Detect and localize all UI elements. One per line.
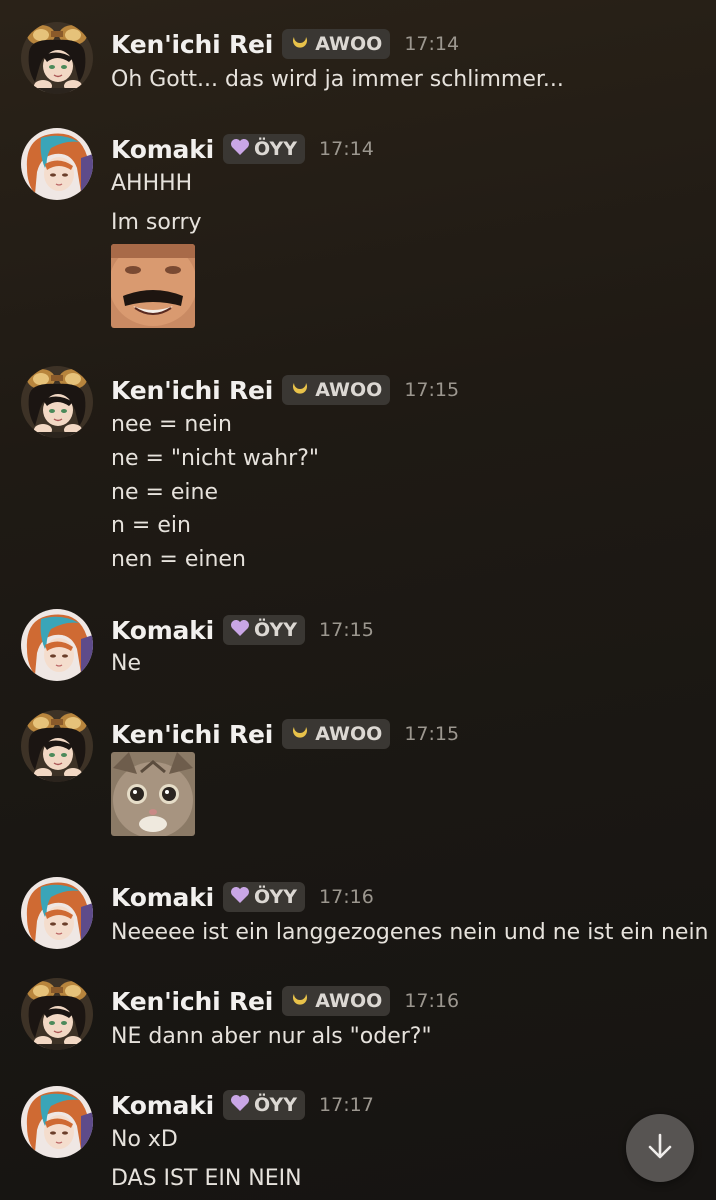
crescent-moon-icon	[289, 721, 311, 748]
badge-label: ÖYY	[254, 619, 298, 641]
avatar[interactable]	[21, 710, 93, 782]
message-text: Im sorry	[111, 210, 202, 235]
message-header: Komaki ÖYY 17:14	[111, 132, 374, 166]
purple-heart-icon	[230, 886, 250, 909]
message-text: No xD	[111, 1127, 178, 1152]
role-badge[interactable]: AWOO	[282, 29, 391, 59]
crescent-moon-icon	[289, 988, 311, 1015]
avatar[interactable]	[21, 366, 93, 438]
message-header: Komaki ÖYY 17:15	[111, 613, 374, 647]
username[interactable]: Ken'ichi Rei	[111, 376, 273, 405]
role-badge[interactable]: ÖYY	[223, 615, 306, 645]
purple-heart-icon	[230, 138, 250, 161]
username[interactable]: Ken'ichi Rei	[111, 720, 273, 749]
username[interactable]: Komaki	[111, 616, 214, 645]
crescent-moon-icon	[289, 377, 311, 404]
timestamp: 17:14	[404, 33, 460, 55]
message-text: nen = einen	[111, 547, 246, 572]
username[interactable]: Ken'ichi Rei	[111, 30, 273, 59]
message-header: Komaki ÖYY 17:17	[111, 1088, 374, 1122]
message-header: Ken'ichi Rei AWOO 17:14	[111, 27, 459, 61]
purple-heart-icon	[230, 1094, 250, 1117]
avatar[interactable]	[21, 128, 93, 200]
purple-heart-icon	[230, 619, 250, 642]
message-header: Ken'ichi Rei AWOO 17:16	[111, 984, 459, 1018]
badge-label: AWOO	[315, 723, 383, 745]
avatar[interactable]	[21, 22, 93, 94]
role-badge[interactable]: ÖYY	[223, 134, 306, 164]
message-text: ne = eine	[111, 480, 219, 505]
badge-label: ÖYY	[254, 886, 298, 908]
avatar[interactable]	[21, 609, 93, 681]
badge-label: AWOO	[315, 990, 383, 1012]
badge-label: AWOO	[315, 379, 383, 401]
crescent-moon-icon	[289, 31, 311, 58]
role-badge[interactable]: AWOO	[282, 375, 391, 405]
message-header: Ken'ichi Rei AWOO 17:15	[111, 373, 459, 407]
role-badge[interactable]: ÖYY	[223, 882, 306, 912]
chat-message-list[interactable]: Ken'ichi Rei AWOO 17:14 Oh Gott... das w…	[0, 0, 716, 1200]
message-text: n = ein	[111, 513, 191, 538]
shocked-cat-sticker[interactable]	[111, 752, 195, 836]
laughing-man-meme-sticker[interactable]	[111, 244, 195, 328]
role-badge[interactable]: AWOO	[282, 719, 391, 749]
message-text: Neeeee ist ein langgezogenes nein und ne…	[111, 920, 709, 945]
badge-label: ÖYY	[254, 138, 298, 160]
message-header: Ken'ichi Rei AWOO 17:15	[111, 717, 459, 751]
message-text: ne = "nicht wahr?"	[111, 446, 319, 471]
timestamp: 17:15	[404, 379, 460, 401]
arrow-down-icon	[645, 1131, 675, 1165]
message-text: Oh Gott... das wird ja immer schlimmer..…	[111, 67, 564, 92]
timestamp: 17:17	[319, 1094, 374, 1116]
username[interactable]: Komaki	[111, 135, 214, 164]
message-text: DAS IST EIN NEIN	[111, 1166, 302, 1191]
avatar[interactable]	[21, 978, 93, 1050]
message-text: nee = nein	[111, 412, 232, 437]
avatar[interactable]	[21, 877, 93, 949]
message-header: Komaki ÖYY 17:16	[111, 880, 374, 914]
scroll-to-bottom-button[interactable]	[626, 1114, 694, 1182]
role-badge[interactable]: AWOO	[282, 986, 391, 1016]
timestamp: 17:16	[319, 886, 374, 908]
timestamp: 17:16	[404, 990, 460, 1012]
username[interactable]: Ken'ichi Rei	[111, 987, 273, 1016]
message-text: AHHHH	[111, 171, 193, 196]
timestamp: 17:14	[319, 138, 374, 160]
role-badge[interactable]: ÖYY	[223, 1090, 306, 1120]
message-text: Ne	[111, 651, 141, 676]
timestamp: 17:15	[319, 619, 374, 641]
badge-label: ÖYY	[254, 1094, 298, 1116]
avatar[interactable]	[21, 1086, 93, 1158]
username[interactable]: Komaki	[111, 1091, 214, 1120]
message-text: NE dann aber nur als "oder?"	[111, 1024, 432, 1049]
timestamp: 17:15	[404, 723, 460, 745]
username[interactable]: Komaki	[111, 883, 214, 912]
badge-label: AWOO	[315, 33, 383, 55]
